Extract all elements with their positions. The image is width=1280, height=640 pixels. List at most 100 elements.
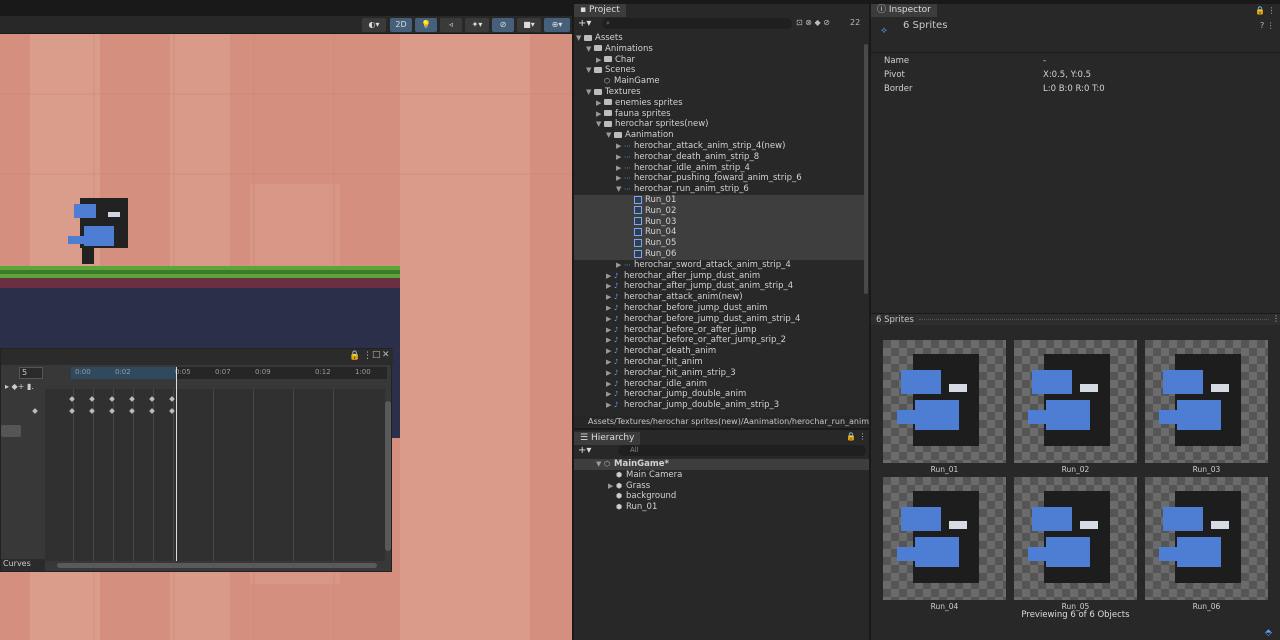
hierarchy-tab[interactable]: ☰ Hierarchy (574, 432, 641, 445)
dopesheet-area[interactable] (45, 389, 385, 561)
expand-arrow-icon[interactable]: ▶ (596, 55, 604, 66)
expand-arrow-icon[interactable]: ▶ (608, 481, 616, 492)
sprite-item[interactable]: Run_01 (574, 195, 864, 206)
sprite-thumbnail[interactable] (1014, 477, 1137, 600)
expand-arrow-icon[interactable]: ▶ (596, 98, 604, 109)
add-property-button[interactable] (1, 425, 21, 437)
effects-icon[interactable]: ✦▾ (465, 18, 489, 32)
asset-item[interactable]: ▶ ♪ herochar_jump_double_anim (574, 389, 864, 400)
audio-icon[interactable]: ◃ (440, 18, 462, 32)
sprite-item[interactable]: Run_03 (574, 216, 864, 228)
asset-item[interactable]: ▶ ⋯ herochar_idle_anim_strip_4 (574, 163, 864, 174)
asset-item[interactable]: ▶ ♪ herochar_idle_anim (574, 379, 864, 390)
field-border-value[interactable]: L:0 B:0 R:0 T:0 (1043, 84, 1105, 94)
asset-item[interactable]: ▶ ♪ herochar_after_jump_dust_anim_strip_4 (574, 281, 864, 292)
expand-arrow-icon[interactable]: ▶ (606, 400, 614, 411)
sprite-item[interactable]: Run_04 (574, 227, 864, 239)
expand-arrow-icon[interactable]: ▼ (576, 33, 584, 44)
project-scrollbar[interactable] (864, 44, 868, 294)
expand-arrow-icon[interactable]: ▶ (616, 163, 624, 174)
expand-arrow-icon[interactable]: ▶ (606, 389, 614, 400)
asset-item[interactable]: ▶ ⋯ herochar_sword_attack_anim_strip_4 (574, 260, 864, 271)
scene-root-item[interactable]: ▼ ⬡ MainGame* (574, 459, 870, 470)
folder-item[interactable]: ▼ herochar sprites(new) (574, 119, 864, 130)
expand-arrow-icon[interactable]: ▼ (586, 87, 594, 98)
sprite-item[interactable]: Run_06 (574, 249, 864, 260)
animation-window[interactable]: 🔒 ⋮ □ ✕ 5 ▸ ◆+ ▮. 0:00 0:02 0:05 0:07 0:… (0, 348, 393, 572)
sprite-item[interactable]: Run_05 (574, 238, 864, 250)
expand-arrow-icon[interactable]: ▼ (616, 184, 624, 195)
curves-tab[interactable]: Curves (1, 559, 45, 571)
tag-icon[interactable]: ⬘ (1265, 628, 1272, 638)
project-tree[interactable]: ▼ Assets ▼ Animations ▶ Char ▼ Scenes ⬡ MainGame ▼… (574, 33, 864, 415)
asset-item[interactable]: ▶ ♪ herochar_attack_anim(new) (574, 292, 864, 303)
asset-item[interactable]: ▶ ♪ herochar_jump_double_anim_strip_3 (574, 400, 864, 411)
project-tab[interactable]: ▪ Project (574, 4, 626, 17)
menu-icon[interactable]: ⋮ (363, 351, 372, 361)
expand-arrow-icon[interactable]: ▼ (596, 459, 604, 470)
expand-arrow-icon[interactable]: ▶ (616, 152, 624, 163)
asset-item[interactable]: ▶ ♪ herochar_after_jump_dust_anim (574, 271, 864, 282)
playhead[interactable] (176, 367, 177, 561)
sprite-thumbnail[interactable] (883, 340, 1006, 463)
folder-item[interactable]: ▶ enemies sprites (574, 98, 864, 109)
gameobject-item[interactable]: ⬢ Run_01 (574, 502, 870, 513)
asset-item[interactable]: ▶ ♪ herochar_hit_anim_strip_3 (574, 368, 864, 379)
expand-arrow-icon[interactable]: ▶ (606, 368, 614, 379)
gameobject-item[interactable]: ⬢ Main Camera (574, 470, 870, 481)
gizmos-icon[interactable]: ⊕▾ (544, 18, 570, 32)
folder-item[interactable]: ▶ Char (574, 55, 864, 66)
expand-arrow-icon[interactable]: ▼ (586, 44, 594, 55)
keyframe-marker[interactable] (32, 408, 38, 414)
create-object-button[interactable]: +▾ (578, 445, 591, 456)
timeline-ruler[interactable]: 0:00 0:02 0:05 0:07 0:09 0:12 1:00 (71, 367, 387, 379)
hierarchy-panel[interactable]: ☰ Hierarchy 🔒 ⋮ +▾ All ▼ ⬡ MainGame* ⬢ Main … (574, 430, 870, 640)
add-asset-button[interactable]: +▾ (578, 18, 591, 29)
keyframe-buttons[interactable]: ▸ ◆+ ▮. (5, 382, 34, 391)
help-icon[interactable]: ? ⋮ (1260, 21, 1275, 30)
asset-item[interactable]: ⬡ MainGame (574, 76, 864, 87)
inspector-panel[interactable]: ⓘ Inspector 🔒 ⋮ ⟡ 6 Sprites ? ⋮ Name - P… (871, 4, 1280, 640)
expand-arrow-icon[interactable]: ▶ (606, 379, 614, 390)
sprite-thumbnail[interactable] (1145, 477, 1268, 600)
folder-item[interactable]: ▼ Textures (574, 87, 864, 98)
scene-view[interactable]: ◐▾ 2D 💡 ◃ ✦▾ ⊘ ■▾ ⊕▾ 🔒 ⋮ □ ✕ 5 ▸ ◆+ ▮. 0… (0, 0, 573, 640)
shading-mode-button[interactable]: ◐▾ (362, 18, 386, 32)
gameobject-item[interactable]: ▶ ⬢ Grass (574, 481, 870, 492)
sprite-item[interactable]: Run_02 (574, 205, 864, 217)
asset-item[interactable]: ▶ ⋯ herochar_attack_anim_strip_4(new) (574, 141, 864, 152)
hierarchy-tree[interactable]: ▼ ⬡ MainGame* ⬢ Main Camera ▶ ⬢ Grass ⬢ backgroun… (574, 459, 870, 519)
maximize-icon[interactable]: □ (372, 350, 381, 360)
hidden-objects-icon[interactable]: ⊘ (492, 18, 514, 32)
sprite-thumbnail[interactable] (1145, 340, 1268, 463)
camera-icon[interactable]: ■▾ (517, 18, 541, 32)
preview-menu-icon[interactable]: ⋮ (1272, 314, 1280, 323)
expand-arrow-icon[interactable]: ▶ (616, 173, 624, 184)
expand-arrow-icon[interactable]: ▶ (606, 281, 614, 292)
lighting-icon[interactable]: 💡 (415, 18, 437, 32)
2d-toggle-button[interactable]: 2D (390, 18, 412, 32)
expand-arrow-icon[interactable]: ▶ (606, 335, 614, 346)
lock-icon[interactable]: 🔒 (349, 351, 360, 361)
folder-item[interactable]: ▼ Scenes (574, 65, 864, 76)
horizontal-scrollbar[interactable] (57, 563, 377, 568)
project-filter-icons[interactable]: ⊡ ⊗ ◆ ⊘ (796, 18, 830, 27)
expand-arrow-icon[interactable]: ▶ (606, 325, 614, 336)
asset-item[interactable]: ▶ ⋯ herochar_death_anim_strip_8 (574, 152, 864, 163)
asset-item[interactable]: ▶ ⋯ herochar_pushing_foward_anim_strip_6 (574, 173, 864, 184)
expand-arrow-icon[interactable]: ▼ (586, 65, 594, 76)
expand-arrow-icon[interactable]: ▶ (606, 271, 614, 282)
expand-arrow-icon[interactable]: ▶ (606, 292, 614, 303)
expand-arrow-icon[interactable]: ▶ (606, 314, 614, 325)
asset-item[interactable]: ▼ ⋯ herochar_run_anim_strip_6 (574, 184, 864, 195)
hierarchy-search-input[interactable]: All (618, 445, 866, 456)
vertical-scrollbar[interactable] (385, 401, 391, 551)
hierarchy-menu-icon[interactable]: 🔒 ⋮ (846, 432, 867, 441)
project-panel[interactable]: ▪ Project +▾ ⌕ ⊡ ⊗ ◆ ⊘ 22 ▼ Assets ▼ Animat… (574, 4, 870, 428)
sprite-thumbnail[interactable] (883, 477, 1006, 600)
asset-item[interactable]: ▶ ♪ herochar_before_jump_dust_anim (574, 303, 864, 314)
folder-item[interactable]: ▼ Aanimation (574, 130, 864, 141)
sprite-thumbnail[interactable] (1014, 340, 1137, 463)
expand-arrow-icon[interactable]: ▶ (606, 346, 614, 357)
expand-arrow-icon[interactable]: ▼ (606, 130, 614, 141)
